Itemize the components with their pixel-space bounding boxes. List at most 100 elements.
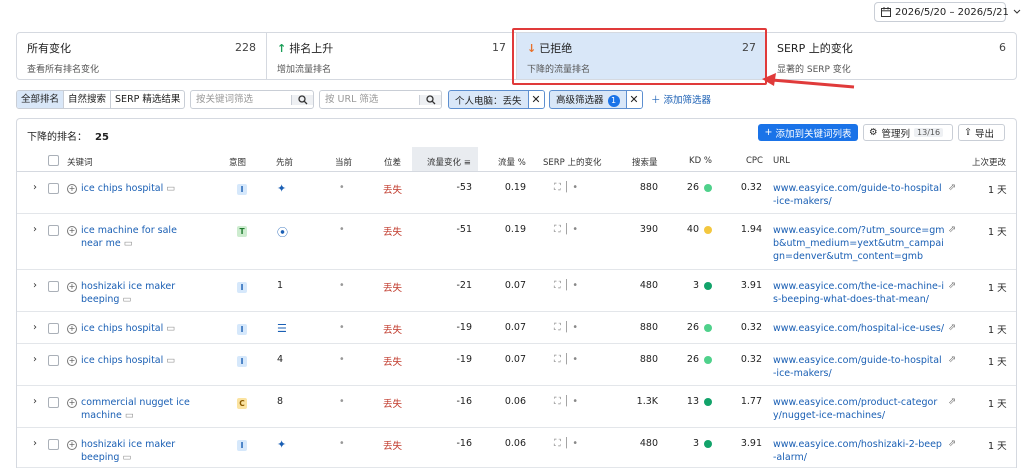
table-row[interactable]: › + ice machine for sale near me ▭ T ⦿ •… [17,214,1016,270]
col-serp-changes[interactable]: SERP 上的变化 [543,156,602,168]
ranking-url-link[interactable]: www.easyice.com/product-category/nugget-… [773,396,945,422]
row-checkbox[interactable] [48,397,59,408]
serp-snapshot-icon[interactable]: ▭ [124,238,133,249]
serp-snapshot-icon[interactable]: ▭ [125,410,134,421]
seg-serp-features[interactable]: SERP 精选结果 [111,91,184,108]
col-intent[interactable]: 意图 [229,156,246,168]
expand-chevron-icon[interactable]: › [33,354,37,365]
plus-icon: ＋ [651,95,664,106]
add-filter-label: 添加筛选器 [663,95,712,106]
serp-snapshot-icon[interactable]: ▭ [166,355,175,366]
add-keyword-icon[interactable]: + [67,324,77,334]
row-checkbox[interactable] [48,439,59,450]
col-cpc[interactable]: CPC [746,156,763,166]
add-to-keyword-list-button[interactable]: + 添加到关键词列表 [758,124,858,141]
seg-all-rankings[interactable]: 全部排名 [17,91,65,108]
ranking-url-link[interactable]: www.easyice.com/guide-to-hospital-ice-ma… [773,354,945,380]
serp-screenshot-icon[interactable]: ⛶ [554,354,561,365]
keyword-link[interactable]: ice chips hospital ▭ [81,354,201,367]
col-url[interactable]: URL [773,156,790,166]
table-row[interactable]: › + hoshizaki ice maker beeping ▭ I ✦ • … [17,428,1016,468]
col-previous[interactable]: 先前 [276,156,293,168]
row-checkbox[interactable] [48,323,59,334]
card-improved[interactable]: ↑ 排名上升 17 增加流量排名 [267,33,517,79]
expand-chevron-icon[interactable]: › [33,396,37,407]
select-all-checkbox[interactable] [48,155,59,166]
ranking-url-link[interactable]: www.easyice.com/?utm_source=gmb&utm_medi… [773,224,945,263]
card-all-changes[interactable]: 所有变化 228 查看所有排名变化 [17,33,267,79]
close-icon[interactable]: ✕ [625,91,642,108]
url-search-button[interactable] [419,94,441,105]
keyword-link[interactable]: ice chips hospital ▭ [81,322,201,335]
ranking-url-link[interactable]: www.easyice.com/hoshizaki-2-beep-alarm/ [773,438,945,464]
col-traffic-pct[interactable]: 流量 % [498,156,526,168]
table-row[interactable]: › + commercial nugget ice machine ▭ C 8 … [17,386,1016,428]
expand-chevron-icon[interactable]: › [33,438,37,449]
add-keyword-icon[interactable]: + [67,440,77,450]
add-keyword-icon[interactable]: + [67,226,77,236]
keyword-link[interactable]: commercial nugget ice machine ▭ [81,396,201,422]
row-checkbox[interactable] [48,281,59,292]
table-row[interactable]: › + ice chips hospital ▭ I ✦ • 丢失 -53 0.… [17,172,1016,214]
external-link-icon[interactable]: ⇗ [948,438,956,449]
external-link-icon[interactable]: ⇗ [948,322,956,333]
ranking-url-link[interactable]: www.easyice.com/hospital-ice-uses/ [773,322,945,335]
export-button[interactable]: ⇪ 导出 [958,124,1005,141]
serp-screenshot-icon[interactable]: ⛶ [554,322,561,333]
add-keyword-icon[interactable]: + [67,282,77,292]
manage-columns-button[interactable]: ⚙ 管理列 13/16 [863,124,953,141]
row-checkbox[interactable] [48,225,59,236]
external-link-icon[interactable]: ⇗ [948,354,956,365]
expand-chevron-icon[interactable]: › [33,280,37,291]
col-last-updated[interactable]: 上次更改 [972,156,1006,168]
keyword-link[interactable]: ice chips hospital ▭ [81,182,201,195]
col-traffic-change[interactable]: 流量变化 ≡ [427,156,471,168]
external-link-icon[interactable]: ⇗ [948,396,956,407]
keyword-difficulty: 26 [677,182,712,193]
row-checkbox[interactable] [48,355,59,366]
serp-screenshot-icon[interactable]: ⛶ [554,396,561,407]
keyword-link[interactable]: hoshizaki ice maker beeping ▭ [81,280,201,306]
row-checkbox[interactable] [48,183,59,194]
url-filter-input[interactable]: 按 URL 筛选 [320,91,419,108]
col-volume[interactable]: 搜索量 [632,156,658,168]
expand-chevron-icon[interactable]: › [33,182,37,193]
table-row[interactable]: › + ice chips hospital ▭ I ☰ • 丢失 -19 0.… [17,312,1016,344]
col-kd[interactable]: KD % [689,156,712,166]
external-link-icon[interactable]: ⇗ [948,280,956,291]
add-keyword-icon[interactable]: + [67,356,77,366]
expand-chevron-icon[interactable]: › [33,322,37,333]
keyword-link[interactable]: ice machine for sale near me ▭ [81,224,201,250]
keyword-text: commercial nugget ice machine [81,397,190,421]
table-row[interactable]: › + hoshizaki ice maker beeping ▭ I 1 • … [17,270,1016,312]
serp-screenshot-icon[interactable]: ⛶ [554,224,561,235]
close-icon[interactable]: ✕ [527,91,544,108]
external-link-icon[interactable]: ⇗ [948,224,956,235]
expand-chevron-icon[interactable]: › [33,224,37,235]
seg-organic[interactable]: 自然搜索 [64,91,112,108]
serp-change-value: • [572,280,579,291]
serp-screenshot-icon[interactable]: ⛶ [554,182,561,193]
filter-chip-desktop-lost[interactable]: 个人电脑：丢失 ✕ [448,90,545,109]
serp-snapshot-icon[interactable]: ▭ [122,294,131,305]
table-row[interactable]: › + ice chips hospital ▭ I 4 • 丢失 -19 0.… [17,344,1016,386]
col-position-diff[interactable]: 位差 [384,156,401,168]
serp-snapshot-icon[interactable]: ▭ [166,323,175,334]
add-filter-button[interactable]: ＋ 添加筛选器 [651,92,711,106]
col-keyword[interactable]: 关键词 [67,156,93,168]
serp-snapshot-icon[interactable]: ▭ [122,452,131,463]
add-keyword-icon[interactable]: + [67,184,77,194]
keyword-link[interactable]: hoshizaki ice maker beeping ▭ [81,438,201,464]
serp-screenshot-icon[interactable]: ⛶ [554,280,561,291]
ranking-url-link[interactable]: www.easyice.com/the-ice-machine-is-beepi… [773,280,945,306]
add-keyword-icon[interactable]: + [67,398,77,408]
col-current[interactable]: 当前 [335,156,352,168]
ranking-url-link[interactable]: www.easyice.com/guide-to-hospital-ice-ma… [773,182,945,208]
serp-snapshot-icon[interactable]: ▭ [166,183,175,194]
serp-screenshot-icon[interactable]: ⛶ [554,438,561,449]
keyword-search-button[interactable] [291,94,313,105]
keyword-filter-input[interactable]: 按关键词筛选 [191,91,291,108]
external-link-icon[interactable]: ⇗ [948,182,956,193]
date-range-button[interactable]: 2026/5/20 – 2026/5/21 [874,2,1021,22]
filter-chip-advanced[interactable]: 高级筛选器 1 ✕ [549,90,643,109]
